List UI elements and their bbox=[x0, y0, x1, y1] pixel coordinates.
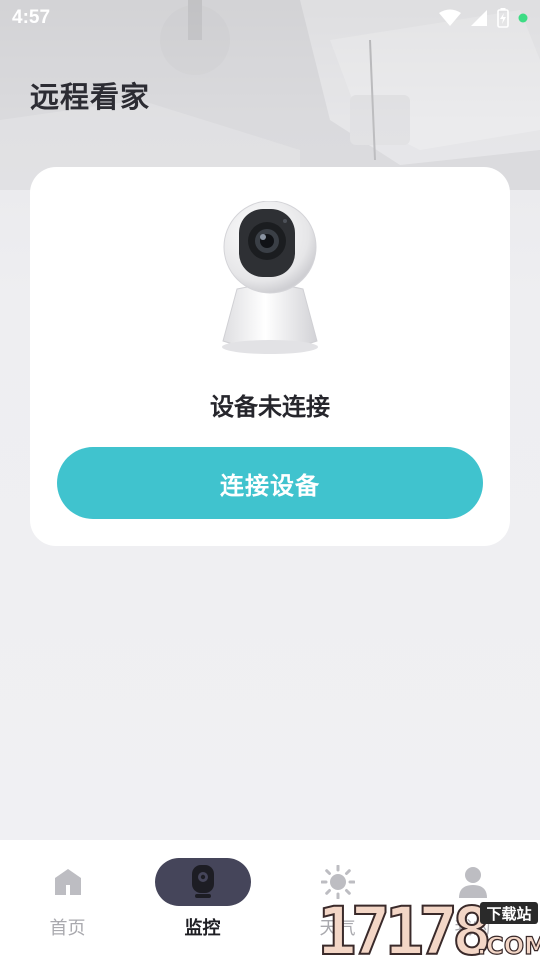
connect-device-button[interactable]: 连接设备 bbox=[57, 447, 483, 519]
tab-home-label: 首页 bbox=[49, 918, 86, 939]
dot-icon bbox=[518, 13, 528, 23]
status-icons bbox=[439, 8, 528, 28]
svg-text:17178: 17178 bbox=[317, 896, 488, 960]
signal-icon bbox=[471, 10, 487, 26]
status-time: 4:57 bbox=[12, 7, 51, 28]
tab-home[interactable]: 首页 bbox=[0, 840, 135, 960]
device-status-text: 设备未连接 bbox=[210, 393, 330, 421]
battery-icon bbox=[497, 8, 509, 28]
user-icon bbox=[458, 867, 487, 898]
sun-icon bbox=[320, 865, 355, 899]
tab-monitor-label: 监控 bbox=[184, 918, 221, 939]
page-title: 远程看家 bbox=[30, 80, 151, 114]
home-icon bbox=[54, 869, 81, 895]
tab-monitor-icon-wrap bbox=[154, 858, 251, 906]
tab-monitor[interactable]: 监控 bbox=[135, 840, 270, 960]
watermark-logo: 17178 下载站 .COM bbox=[316, 896, 540, 960]
camera-device-image bbox=[222, 201, 318, 354]
status-bar: 4:57 bbox=[0, 0, 540, 36]
wifi-icon bbox=[439, 9, 461, 26]
svg-text:下载站: 下载站 bbox=[486, 905, 531, 923]
camera-icon bbox=[191, 865, 214, 898]
svg-text:.COM: .COM bbox=[477, 932, 540, 960]
device-card: 设备未连接 连接设备 bbox=[30, 167, 510, 546]
tab-home-icon-wrap bbox=[20, 858, 116, 906]
